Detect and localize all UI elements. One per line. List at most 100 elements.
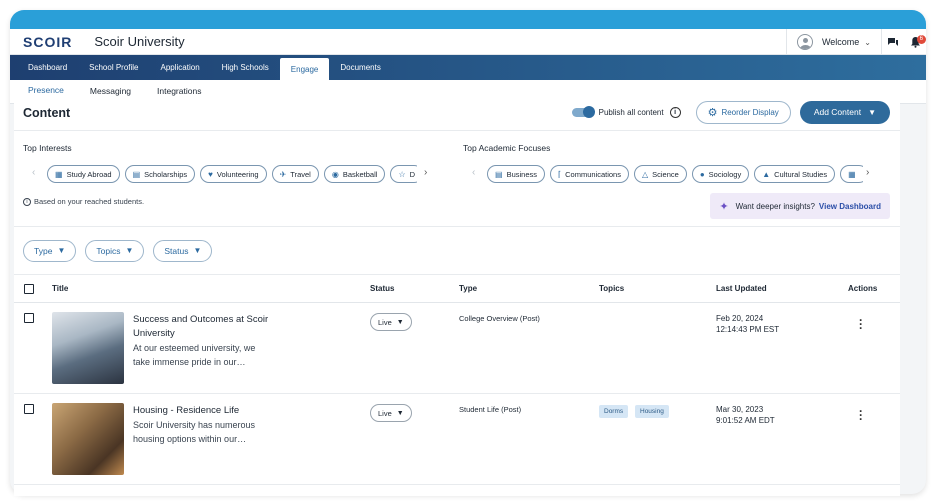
main-nav: Dashboard School Profile Application Hig… (10, 55, 926, 80)
topic-tag: Dorms (599, 405, 629, 418)
col-status[interactable]: Status (370, 284, 394, 293)
nav-engage[interactable]: Engage (279, 58, 330, 80)
top-focuses-label: Top Academic Focuses (463, 143, 551, 153)
interests-next-icon[interactable]: › (424, 167, 427, 178)
chip-science[interactable]: △ Science (633, 165, 687, 183)
chip-study-abroad[interactable]: ▦ Study Abroad (47, 165, 120, 183)
caret-down-icon: ▼ (193, 246, 202, 255)
avatar-icon (796, 34, 813, 50)
welcome-label: Welcome (821, 37, 860, 47)
status-dropdown[interactable]: Live ▼ (370, 313, 412, 331)
info-icon[interactable]: i (669, 106, 681, 118)
notification-badge: 6 (916, 35, 926, 44)
post-description: At our esteemed university, we take imme… (133, 343, 256, 367)
sparkle-icon: ✦ (719, 200, 729, 213)
publish-label: Publish all content (598, 107, 664, 117)
briefcase-icon: ▤ (495, 169, 503, 179)
nav-high-schools[interactable]: High Schools (211, 55, 280, 80)
chart-icon: ▤ (132, 169, 141, 179)
row-checkbox[interactable] (24, 404, 34, 414)
content-actions: Publish all content i ⚙ Reorder Display … (571, 99, 890, 125)
caret-down-icon: ▼ (57, 246, 66, 255)
chip-volunteering[interactable]: ♥ Volunteering (200, 165, 267, 183)
post-thumbnail[interactable] (52, 312, 124, 384)
topics-filter[interactable]: Topics ▼ (85, 239, 145, 262)
dance-icon: ☆ (398, 169, 406, 179)
status-dropdown[interactable]: Live ▼ (370, 404, 412, 422)
last-updated: Mar 30, 2023 9:01:52 AM EDT (716, 405, 775, 425)
notifications-button[interactable]: 6 (904, 29, 926, 55)
caret-down-icon: ▼ (396, 409, 404, 417)
gear-icon: ⚙ (707, 106, 718, 119)
insights-banner: ✦ Want deeper insights? View Dashboard (710, 193, 890, 219)
top-strip (10, 10, 926, 29)
focuses-next-icon[interactable]: › (866, 167, 869, 178)
table-header: Title Status Type Topics Last Updated Ac… (14, 275, 900, 303)
chip-travel[interactable]: ✈ Travel (271, 165, 319, 183)
post-thumbnail[interactable] (52, 403, 124, 475)
chip-basketball[interactable]: ◉ Basketball (323, 165, 386, 183)
hands-icon: ♥ (208, 169, 213, 179)
content-header: Content Publish all content i ⚙ Reorder … (14, 96, 900, 131)
chip-cultural-studies[interactable]: ▲ Cultural Studies (754, 165, 836, 183)
col-type[interactable]: Type (459, 284, 477, 293)
header-actions: Welcome ⌄ 6 (785, 29, 926, 55)
nav-dashboard[interactable]: Dashboard (17, 55, 78, 80)
focuses-chip-row: ▤ Business ⌈ Communications △ Science ● Soci… (487, 165, 863, 183)
top-interests-label: Top Interests (23, 143, 72, 153)
interests-section: Top Interests Top Academic Focuses ‹ ▦ St… (14, 131, 900, 227)
post-description: Scoir University has numerous housing op… (133, 420, 256, 444)
chip-business[interactable]: ▤ Business (487, 165, 545, 183)
user-menu[interactable]: Welcome ⌄ (785, 29, 882, 55)
chip-d[interactable]: ☆ D (390, 165, 417, 183)
chip-sociology[interactable]: ● Sociology (691, 165, 750, 183)
reach-note: i Based on your reached students. (23, 197, 144, 206)
view-dashboard-link[interactable]: View Dashboard (819, 202, 881, 211)
caret-down-icon: ▼ (868, 107, 876, 117)
publish-toggle[interactable] (571, 105, 595, 118)
more-icon: ▦ (848, 169, 856, 179)
nav-documents[interactable]: Documents (329, 55, 391, 80)
interests-prev-icon[interactable]: ‹ (32, 167, 35, 178)
more-actions-icon[interactable]: · · · (859, 405, 863, 425)
col-topics[interactable]: Topics (599, 284, 624, 293)
add-content-label: Add Content (813, 107, 862, 117)
page-title: Content (23, 106, 71, 120)
antenna-icon: ⌈ (558, 169, 562, 179)
passport-icon: ▦ (55, 169, 63, 179)
messages-button[interactable] (882, 29, 904, 55)
col-last-updated[interactable]: Last Updated (716, 284, 767, 293)
people-icon: ● (699, 169, 705, 179)
chip-communications[interactable]: ⌈ Communications (550, 165, 629, 183)
scoir-logo[interactable]: SCOIR (23, 34, 72, 50)
flask-icon: △ (641, 169, 649, 179)
type-filter[interactable]: Type ▼ (23, 239, 77, 262)
topic-tag: Housing (635, 405, 669, 418)
content-card: Content Publish all content i ⚙ Reorder … (14, 96, 900, 496)
col-actions: Actions (848, 284, 878, 293)
post-title[interactable]: Housing - Residence Life (133, 404, 283, 418)
chip-scholarships[interactable]: ▤ Scholarships (124, 165, 196, 183)
row-checkbox[interactable] (24, 313, 34, 323)
add-content-button[interactable]: Add Content ▼ (799, 100, 890, 124)
app-header: SCOIR Scoir University Welcome ⌄ 6 (10, 29, 926, 55)
university-name: Scoir University (94, 34, 185, 49)
col-title[interactable]: Title (52, 284, 68, 293)
chip-more[interactable]: ▦ (840, 165, 863, 183)
post-title[interactable]: Success and Outcomes at Scoir University (133, 313, 283, 341)
table-row: Success and Outcomes at Scoir University… (14, 303, 900, 394)
nav-school-profile[interactable]: School Profile (78, 55, 149, 80)
select-all-checkbox[interactable] (24, 284, 34, 294)
reorder-label: Reorder Display (721, 107, 779, 117)
basketball-icon: ◉ (331, 169, 339, 179)
reorder-display-button[interactable]: ⚙ Reorder Display (695, 100, 791, 124)
caret-down-icon: ▼ (125, 246, 134, 255)
focuses-prev-icon[interactable]: ‹ (472, 167, 475, 178)
nav-application[interactable]: Application (150, 55, 211, 80)
caret-down-icon: ▼ (396, 318, 404, 326)
filter-bar: Type ▼ Topics ▼ Status ▼ (14, 227, 900, 275)
more-actions-icon[interactable]: · · · (859, 314, 863, 334)
status-filter[interactable]: Status ▼ (153, 239, 213, 262)
museum-icon: ▲ (762, 169, 771, 179)
table-row: Housing - Residence Life Scoir Universit… (14, 394, 900, 485)
